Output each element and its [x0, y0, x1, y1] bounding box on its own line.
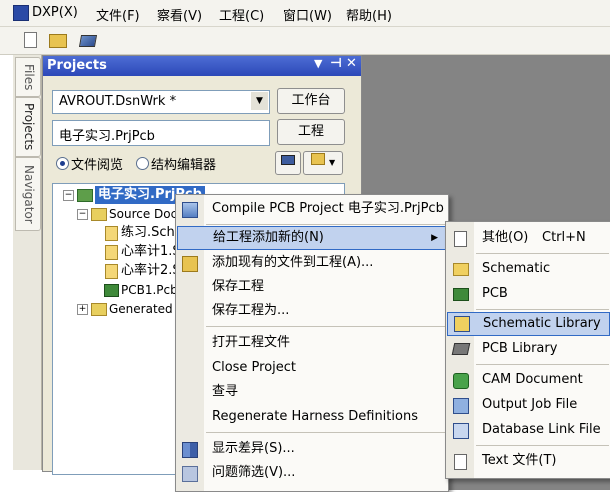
project-options-button[interactable]: ▼: [303, 151, 343, 175]
menu-project[interactable]: 工程(C): [219, 5, 264, 24]
database-link-icon: [453, 423, 469, 439]
schematic-doc-icon: [105, 226, 118, 241]
dropdown-arrow-icon[interactable]: ▼: [251, 92, 268, 110]
submenu-arrow-icon: ▶: [431, 233, 438, 243]
menu-view[interactable]: 察看(V): [157, 5, 202, 24]
panel-title: Projects: [47, 58, 107, 73]
compare-icon: [182, 442, 198, 458]
submenu-item-pcb-library[interactable]: PCB Library: [446, 337, 610, 361]
open-folder-icon[interactable]: [49, 34, 67, 48]
output-job-icon: [453, 398, 469, 414]
menu-item-add-existing[interactable]: 添加现有的文件到工程(A)...: [176, 251, 448, 275]
submenu-item-schematic[interactable]: Schematic: [446, 257, 610, 281]
pcb-library-icon: [451, 343, 471, 355]
schematic-doc-icon: [105, 245, 118, 260]
menu-file[interactable]: 文件(F): [96, 5, 140, 24]
menu-window[interactable]: 窗口(W): [283, 5, 332, 24]
menu-separator: [206, 432, 446, 433]
add-file-icon: [182, 256, 198, 272]
pin-icon[interactable]: ⊣: [330, 56, 342, 71]
cam-document-icon: [453, 373, 469, 389]
submenu-item-pcb[interactable]: PCB: [446, 282, 610, 306]
chevron-down-icon: ▼: [328, 158, 336, 167]
radio-file-view[interactable]: [56, 157, 69, 170]
submenu-item-cam-document[interactable]: CAM Document: [446, 368, 610, 392]
menu-item-open-project-file[interactable]: 打开工程文件: [176, 331, 448, 355]
radio-structure-editor[interactable]: [136, 157, 149, 170]
view-options-button[interactable]: [275, 151, 301, 175]
panel-menu-icon[interactable]: ▼: [314, 57, 322, 70]
collapse-icon[interactable]: −: [77, 209, 88, 220]
menu-item-add-new[interactable]: 给工程添加新的(N) ▶: [177, 226, 447, 250]
menu-item-show-differences[interactable]: 显示差异(S)...: [176, 437, 448, 461]
radio-structure-label: 结构编辑器: [151, 158, 217, 173]
pcb-doc-icon: [104, 284, 119, 297]
radio-file-view-label: 文件阅览: [71, 158, 124, 173]
submenu-item-output-job[interactable]: Output Job File: [446, 393, 610, 417]
submenu-item-database-link[interactable]: Database Link File: [446, 418, 610, 442]
menu-item-save-project-as[interactable]: 保存工程为...: [176, 299, 448, 323]
schematic-library-icon: [454, 316, 470, 332]
context-menu: Compile PCB Project 电子实习.PrjPcb 给工程添加新的(…: [175, 194, 449, 492]
close-icon[interactable]: ✕: [346, 56, 357, 71]
menu-separator: [476, 364, 609, 365]
dxp-logo-icon[interactable]: [13, 5, 29, 21]
collapse-icon[interactable]: −: [63, 190, 74, 201]
menu-item-search[interactable]: 查寻: [176, 380, 448, 404]
submenu-item-other[interactable]: 其他(O) Ctrl+N: [446, 226, 610, 250]
new-document-icon: [454, 231, 467, 247]
menu-separator: [476, 309, 609, 310]
pcb-project-icon: [77, 189, 93, 202]
folder-icon: [91, 303, 107, 316]
menu-dxp[interactable]: DXP(X): [32, 5, 78, 20]
pcb-icon: [453, 288, 469, 301]
schematic-doc-icon: [105, 264, 118, 279]
menu-item-filter[interactable]: 问题筛选(V)...: [176, 461, 448, 485]
tab-projects[interactable]: Projects: [15, 97, 41, 157]
schematic-icon: [453, 263, 469, 276]
side-tabs: Files Projects Navigator: [13, 55, 42, 470]
menu-separator: [206, 224, 446, 225]
menu-separator: [206, 326, 446, 327]
workspace-select[interactable]: AVROUT.DsnWrk * ▼: [52, 90, 270, 114]
toolbar: [0, 27, 610, 55]
submenu-item-schematic-library[interactable]: Schematic Library: [447, 312, 610, 336]
tab-files[interactable]: Files: [15, 57, 41, 97]
shortcut-label: Ctrl+N: [542, 230, 586, 245]
menu-item-compile[interactable]: Compile PCB Project 电子实习.PrjPcb: [176, 197, 448, 221]
expand-icon[interactable]: +: [77, 304, 88, 315]
new-document-icon[interactable]: [24, 32, 37, 48]
menu-item-save-project[interactable]: 保存工程: [176, 275, 448, 299]
folder-icon: [310, 153, 325, 165]
menu-separator: [476, 445, 609, 446]
workspace-button[interactable]: 工作台: [277, 88, 345, 114]
menu-item-regenerate-harness[interactable]: Regenerate Harness Definitions: [176, 405, 448, 429]
text-file-icon: [454, 454, 467, 470]
tab-navigator[interactable]: Navigator: [15, 157, 41, 231]
submenu-item-text-file[interactable]: Text 文件(T): [446, 449, 610, 473]
menu-separator: [476, 253, 609, 254]
folder-icon: [91, 208, 107, 221]
layers-icon: [281, 155, 295, 165]
submenu-add-new: 其他(O) Ctrl+N Schematic PCB Schematic Lib…: [445, 221, 610, 479]
filter-icon: [182, 466, 198, 482]
panel-titlebar: Projects ▼ ⊣ ✕: [43, 56, 361, 76]
project-button[interactable]: 工程: [277, 119, 345, 145]
generated-folder-label: Generated: [109, 302, 173, 316]
menubar: DXP(X) 文件(F) 察看(V) 工程(C) 窗口(W) 帮助(H): [0, 0, 610, 27]
project-field[interactable]: 电子实习.PrjPcb: [52, 120, 270, 146]
menu-help[interactable]: 帮助(H): [346, 5, 392, 24]
menu-item-close-project[interactable]: Close Project: [176, 356, 448, 380]
layers-icon[interactable]: [78, 35, 98, 47]
compile-icon: [182, 202, 198, 218]
